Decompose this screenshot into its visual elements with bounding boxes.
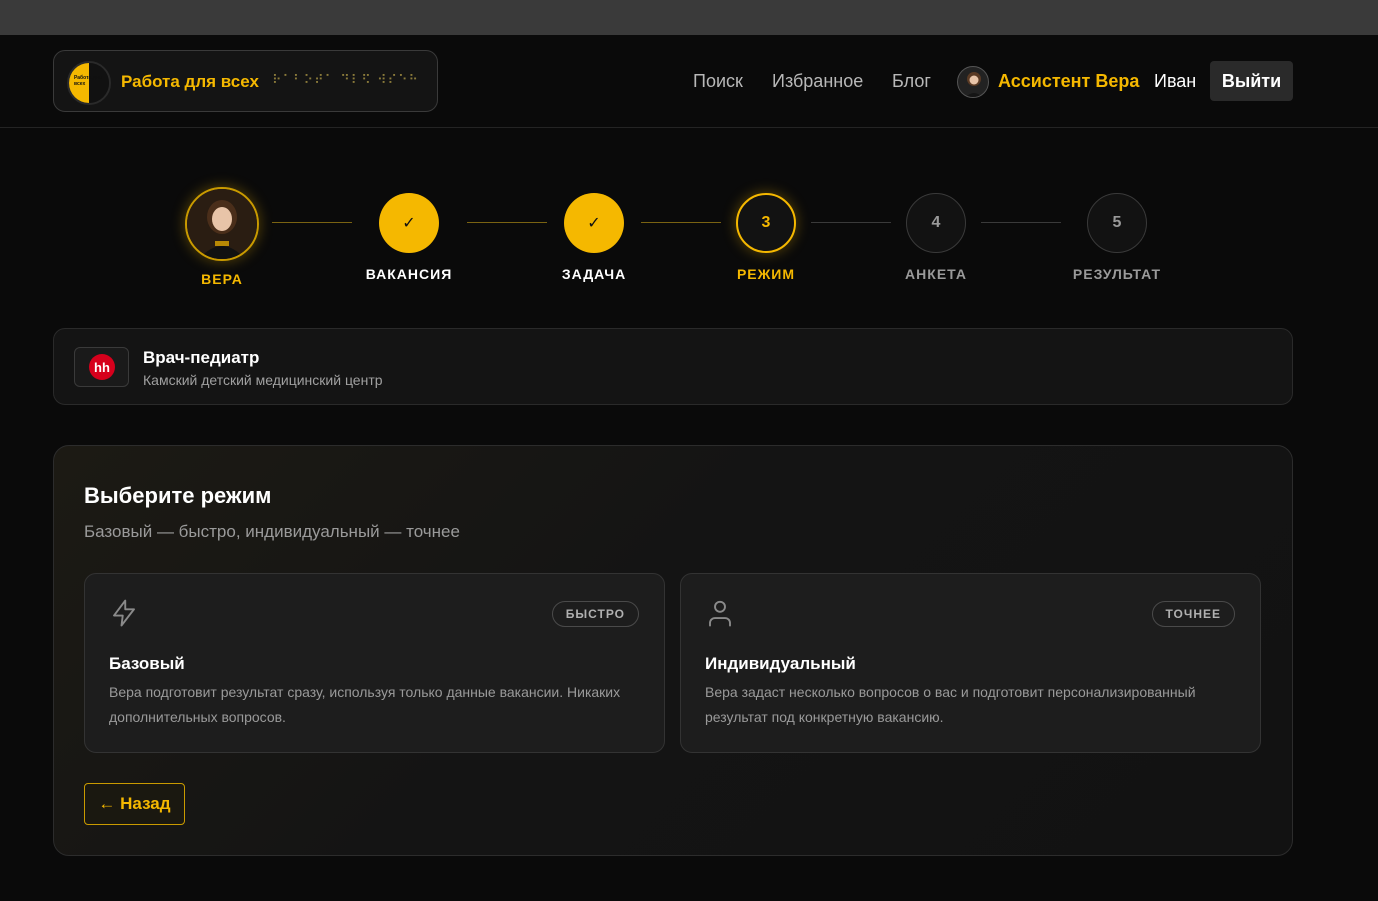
step-label-task: ЗАДАЧА xyxy=(561,266,627,282)
step-vera-avatar xyxy=(185,187,259,261)
step-connector xyxy=(272,222,352,223)
mode-card-basic[interactable]: БЫСТРО Базовый Вера подготовит результат… xyxy=(84,573,665,753)
site-header: Работа для всех Работа для всех ⠗⠁⠃⠕⠞⠁ ⠙… xyxy=(0,35,1378,128)
step-label-result: РЕЗУЛЬТАТ xyxy=(1072,266,1162,282)
step-connector xyxy=(641,222,721,223)
site-logo[interactable]: Работа для всех Работа для всех ⠗⠁⠃⠕⠞⠁ ⠙… xyxy=(53,50,438,112)
logo-braille: ⠗⠁⠃⠕⠞⠁ ⠙⠇⠫ ⠺⠎⠑⠓ xyxy=(272,73,420,88)
step-label-vacancy: ВАКАНСИЯ xyxy=(365,266,453,282)
assistant-avatar[interactable] xyxy=(957,66,989,98)
step-label-form: АНКЕТА xyxy=(905,266,967,282)
lightning-icon xyxy=(109,598,139,633)
vacancy-title: Врач-педиатр xyxy=(143,348,260,367)
nav-search-link[interactable]: Поиск xyxy=(693,71,743,92)
panel-top-glow xyxy=(304,445,1004,446)
person-icon xyxy=(705,598,735,633)
step-2-check-icon[interactable]: ✓ xyxy=(564,193,624,253)
hh-source-icon: hh xyxy=(74,347,129,387)
browser-top-strip xyxy=(0,0,1378,35)
nav-blog-link[interactable]: Блог xyxy=(892,71,931,92)
mode-badge-precise: ТОЧНЕЕ xyxy=(1151,601,1235,627)
mode-title-basic: Базовый xyxy=(109,654,185,673)
mode-desc-basic: Вера подготовит результат сразу, использ… xyxy=(109,684,621,725)
step-label-mode: РЕЖИМ xyxy=(736,266,796,282)
panel-subtitle: Базовый — быстро, индивидуальный — точне… xyxy=(84,522,460,541)
step-connector xyxy=(811,222,891,223)
back-button[interactable]: ← Назад xyxy=(84,783,185,825)
step-label-vera: ВЕРА xyxy=(201,271,243,287)
step-5-pending: 5 xyxy=(1087,193,1147,253)
logo-emblem-text: Работа для всех xyxy=(74,75,102,87)
mode-card-individual[interactable]: ТОЧНЕЕ Индивидуальный Вера задаст нескол… xyxy=(680,573,1261,753)
vacancy-card: hh Врач-педиатр Камский детский медицинс… xyxy=(53,328,1293,405)
logout-button[interactable]: Выйти xyxy=(1210,61,1293,101)
step-4-pending: 4 xyxy=(906,193,966,253)
step-connector xyxy=(467,222,547,223)
mode-title-individual: Индивидуальный xyxy=(705,654,856,673)
step-3-active: 3 xyxy=(736,193,796,253)
user-name[interactable]: Иван xyxy=(1154,71,1196,92)
step-1-check-icon[interactable]: ✓ xyxy=(379,193,439,253)
nav-favorites-link[interactable]: Избранное xyxy=(772,71,863,92)
vacancy-company: Камский детский медицинский центр xyxy=(143,372,383,388)
nav-assistant-link[interactable]: Ассистент Вера xyxy=(998,71,1139,92)
mode-desc-individual: Вера задаст несколько вопросов о вас и п… xyxy=(705,684,1196,725)
panel-title: Выберите режим xyxy=(84,483,272,508)
logo-title: Работа для всех xyxy=(121,72,259,91)
step-connector xyxy=(981,222,1061,223)
logo-emblem-icon: Работа для всех xyxy=(67,61,111,105)
mode-badge-fast: БЫСТРО xyxy=(551,601,639,627)
mode-selection-panel: Выберите режим Базовый — быстро, индивид… xyxy=(53,445,1293,856)
